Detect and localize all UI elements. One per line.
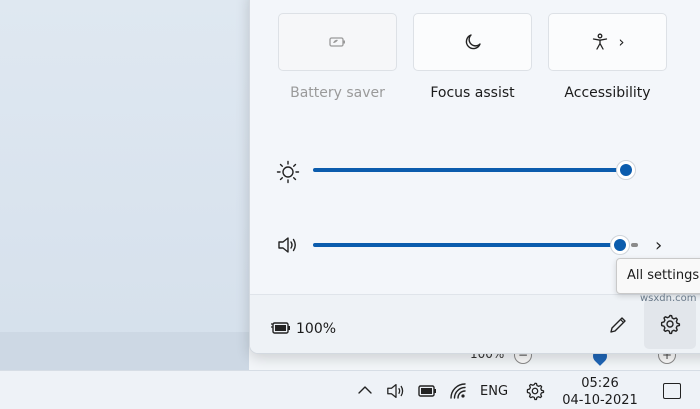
battery-percentage[interactable]: 100%: [296, 321, 336, 337]
all-settings-tooltip: All settings: [616, 258, 700, 294]
watermark: wsxdn.com: [640, 293, 697, 304]
volume-slider-track[interactable]: [313, 243, 622, 247]
chevron-right-icon[interactable]: ›: [655, 235, 662, 256]
clock-time: 05:26: [581, 376, 619, 391]
battery-tray-icon[interactable]: [415, 384, 439, 398]
chevron-up-icon[interactable]: [357, 385, 373, 395]
battery-saver-label: Battery saver: [290, 85, 385, 101]
chevron-right-icon: ›: [618, 33, 625, 51]
gear-icon[interactable]: [525, 381, 545, 401]
speaker-icon[interactable]: [276, 234, 300, 256]
focus-assist-tile[interactable]: [413, 13, 532, 71]
moon-icon: [464, 33, 482, 51]
desktop-background: [0, 0, 249, 409]
clock-date: 04-10-2021: [562, 393, 638, 408]
accessibility-tile[interactable]: ›: [548, 13, 667, 71]
battery-saver-tile[interactable]: [278, 13, 397, 71]
accessibility-label: Accessibility: [564, 85, 651, 101]
taskbar: ENG 05:26 04-10-2021: [0, 370, 700, 409]
edit-pencil-icon[interactable]: [607, 314, 629, 336]
battery-charging-icon[interactable]: [270, 321, 292, 335]
notification-icon[interactable]: [663, 383, 681, 399]
volume-slider-thumb[interactable]: [610, 235, 630, 255]
accessibility-icon: [591, 33, 609, 51]
sun-icon: [276, 160, 300, 184]
battery-saver-icon: [328, 35, 348, 49]
taskbar-clock[interactable]: 05:26 04-10-2021: [562, 375, 638, 409]
volume-slider-remaining: [631, 243, 638, 247]
gear-icon: [659, 313, 681, 335]
language-indicator[interactable]: ENG: [480, 384, 508, 399]
focus-assist-label: Focus assist: [430, 85, 515, 101]
brightness-slider-track[interactable]: [313, 168, 626, 172]
wifi-icon[interactable]: [449, 382, 467, 400]
volume-tray-icon[interactable]: [385, 381, 407, 401]
all-settings-button[interactable]: [644, 299, 696, 349]
quick-settings-flyout: Battery saver Focus assist › Accessibili…: [249, 0, 700, 354]
quick-settings-footer: 100%: [250, 294, 700, 353]
desktop-strip: [0, 332, 249, 370]
brightness-slider-thumb[interactable]: [616, 160, 636, 180]
